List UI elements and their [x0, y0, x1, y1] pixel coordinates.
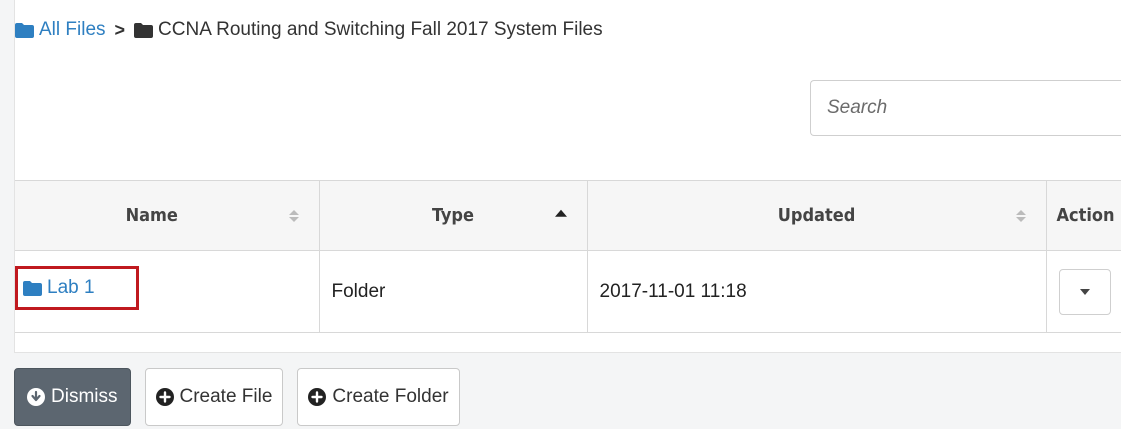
column-header-label: Action [1056, 205, 1115, 226]
breadcrumb-current-label: CCNA Routing and Switching Fall 2017 Sys… [158, 19, 603, 40]
create-file-button[interactable]: Create File [144, 368, 284, 426]
action-dropdown-button[interactable] [1058, 268, 1111, 315]
column-header-label: Type [431, 205, 475, 226]
breadcrumb-separator: > [114, 19, 126, 40]
cell-name: Lab 1 [15, 250, 320, 333]
column-header-action: Action [1046, 180, 1121, 251]
column-header-updated[interactable]: Updated [587, 180, 1047, 251]
sort-icon [1015, 209, 1026, 222]
folder-link-lab-1[interactable]: Lab 1 [15, 266, 139, 310]
column-header-label: Updated [777, 205, 856, 226]
cell-updated: 2017-11-01 11:18 [587, 250, 1047, 333]
sort-icon [288, 209, 299, 222]
search-input[interactable] [811, 81, 1121, 135]
create-folder-label: Create Folder [332, 386, 449, 407]
table-header-row: Name Type Updated Action [15, 180, 1121, 251]
folder-icon [134, 22, 154, 38]
cell-type: Folder [319, 250, 588, 333]
arrow-down-circle-icon [27, 388, 45, 406]
breadcrumb-current: CCNA Routing and Switching Fall 2017 Sys… [134, 19, 603, 41]
folder-icon [15, 22, 34, 38]
column-header-name[interactable]: Name [15, 180, 320, 251]
create-file-label: Create File [179, 386, 273, 407]
folder-name: Lab 1 [47, 277, 95, 298]
files-table: Name Type Updated Action Lab 1 Folder 20… [15, 180, 1121, 333]
dismiss-label: Dismiss [51, 386, 118, 407]
breadcrumb: All Files > CCNA Routing and Switching F… [15, 16, 603, 44]
caret-down-icon [1079, 288, 1090, 295]
plus-circle-icon [308, 388, 327, 406]
footer-toolbar: Dismiss Create File Create Folder [14, 368, 460, 426]
plus-circle-icon [155, 388, 174, 406]
dismiss-button[interactable]: Dismiss [14, 368, 131, 426]
column-header-label: Name [125, 205, 178, 226]
create-folder-button[interactable]: Create Folder [297, 368, 460, 426]
cell-action [1046, 250, 1121, 333]
column-header-type[interactable]: Type [319, 180, 588, 251]
breadcrumb-all-files-link[interactable]: All Files [15, 19, 106, 41]
file-browser-panel: All Files > CCNA Routing and Switching F… [14, 0, 1121, 353]
sort-ascending-icon [554, 209, 567, 217]
folder-icon [23, 280, 42, 296]
table-row: Lab 1 Folder 2017-11-01 11:18 [15, 250, 1121, 333]
search-box [810, 80, 1121, 136]
breadcrumb-all-files-label: All Files [39, 19, 106, 40]
